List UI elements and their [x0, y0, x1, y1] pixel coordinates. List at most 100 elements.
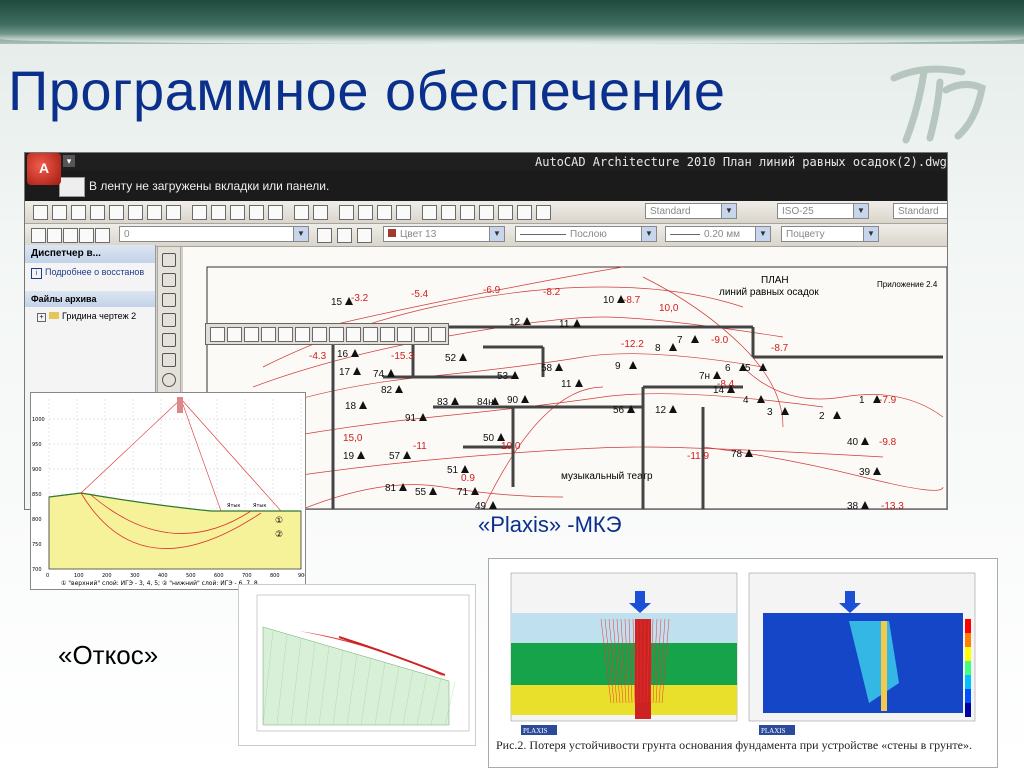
benchmark-marker [459, 353, 467, 361]
x-tick-label: 900 [298, 573, 306, 579]
layer-marker: ① [275, 516, 283, 526]
match-icon[interactable] [166, 205, 181, 220]
text-icon[interactable] [295, 327, 310, 342]
zoom-window-icon[interactable] [377, 205, 392, 220]
attr-icon[interactable] [278, 327, 293, 342]
construction-line-icon[interactable] [162, 273, 176, 287]
point-label: -7.9 [879, 395, 897, 406]
calc-icon[interactable] [517, 205, 532, 220]
point-label: 50 [483, 433, 495, 444]
chevron-down-icon[interactable]: ▼ [293, 227, 308, 241]
paste-icon[interactable] [230, 205, 245, 220]
point-label: 52 [445, 353, 457, 364]
save-icon[interactable] [71, 205, 86, 220]
panel-help-link[interactable]: i Подробнее о восстанов [25, 263, 155, 283]
publish-icon[interactable] [128, 205, 143, 220]
layer-prev-icon[interactable] [317, 228, 332, 243]
plaxis-caption: «Plaxis» -МКЭ [478, 512, 622, 537]
layer-manager-icon[interactable] [31, 228, 46, 243]
panel-header[interactable]: Диспетчер в... [25, 245, 155, 263]
layer-state-icon[interactable] [337, 228, 352, 243]
lock-icon[interactable] [79, 228, 94, 243]
point-label: 2 [819, 411, 825, 422]
open-icon[interactable] [52, 205, 67, 220]
polyline-icon[interactable] [162, 293, 176, 307]
chevron-down-icon[interactable]: ▼ [863, 227, 878, 241]
zoom-icon[interactable] [358, 205, 373, 220]
insert-icon[interactable] [227, 327, 242, 342]
redo-icon[interactable] [313, 205, 328, 220]
preview-icon[interactable] [109, 205, 124, 220]
properties-icon[interactable] [422, 205, 437, 220]
point-label: -15.3 [391, 351, 414, 362]
pan-icon[interactable] [339, 205, 354, 220]
panel-link-label: Подробнее о восстанов [45, 267, 145, 277]
copy-icon[interactable] [211, 205, 226, 220]
floating-toolbar[interactable] [205, 323, 449, 345]
text-style-combo[interactable]: Standard ▼ [645, 203, 737, 219]
benchmark-marker [357, 451, 365, 459]
format-icon[interactable] [397, 327, 412, 342]
plotstyle-combo[interactable]: Поцвету ▼ [781, 226, 879, 242]
archive-tree-item[interactable]: + Гридина чертеж 2 [25, 307, 155, 322]
clipboard-icon[interactable] [249, 205, 264, 220]
point-label: 12 [509, 317, 521, 328]
undo-icon[interactable] [294, 205, 309, 220]
sheet-icon[interactable] [479, 205, 494, 220]
zoom-prev-icon[interactable] [396, 205, 411, 220]
field-icon[interactable] [312, 327, 327, 342]
line-icon[interactable] [162, 253, 176, 267]
color-box-icon[interactable] [95, 228, 110, 243]
chevron-down-icon[interactable]: ▼ [489, 227, 504, 241]
chevron-down-icon[interactable]: ▼ [755, 227, 770, 241]
sun-icon[interactable] [63, 228, 78, 243]
cut-icon[interactable] [192, 205, 207, 220]
design-center-icon[interactable] [441, 205, 456, 220]
panel-section[interactable]: Файлы архива [25, 291, 155, 307]
expand-icon[interactable]: + [37, 313, 46, 322]
layer-iso-icon[interactable] [357, 228, 372, 243]
bulb-icon[interactable] [47, 228, 62, 243]
grip-icon[interactable] [210, 327, 225, 342]
print-icon[interactable] [90, 205, 105, 220]
formula-icon[interactable] [431, 327, 446, 342]
point-label: 71 [457, 487, 469, 498]
markup-icon[interactable] [498, 205, 513, 220]
point-label: 1 [859, 395, 865, 406]
chevron-down-icon[interactable]: ▼ [853, 204, 868, 218]
text-style-value: Standard [650, 206, 691, 217]
layer-combo[interactable]: 0 ▼ [119, 226, 309, 242]
chevron-down-icon[interactable]: ▼ [721, 204, 736, 218]
point-label: 3 [767, 407, 773, 418]
polygon-icon[interactable] [162, 313, 176, 327]
block-icon[interactable] [244, 327, 259, 342]
arc-icon[interactable] [162, 353, 176, 367]
circle-icon[interactable] [162, 373, 176, 387]
table-icon[interactable] [329, 327, 344, 342]
dim-style-combo[interactable]: ISO-25 ▼ [777, 203, 869, 219]
help-icon[interactable] [536, 205, 551, 220]
linetype-combo[interactable]: Послою ▼ [515, 226, 657, 242]
top-band [0, 0, 1024, 44]
y-tick-label: 850 [32, 492, 42, 498]
lineweight-combo[interactable]: 0.20 мм ▼ [665, 226, 771, 242]
plaxis-figure: PLAXIS PLAXIS [488, 558, 998, 768]
plot-icon[interactable] [147, 205, 162, 220]
table-style-combo[interactable]: Standard [893, 203, 947, 219]
chevron-down-icon[interactable]: ▼ [641, 227, 656, 241]
cell-icon[interactable] [414, 327, 429, 342]
brush-icon[interactable] [268, 205, 283, 220]
rectangle-icon[interactable] [162, 333, 176, 347]
point-label: 11 [559, 319, 570, 330]
edit-icon[interactable] [261, 327, 276, 342]
new-icon[interactable] [33, 205, 48, 220]
point-label: 16 [337, 349, 349, 360]
delete-icon[interactable] [380, 327, 395, 342]
quick-access-dropdown-icon[interactable]: ▾ [63, 155, 75, 167]
otkos-chart: 0 100 200 300 400 500 600 700 800 900 1000 950 900 85… [30, 392, 306, 590]
autocad-app-button[interactable]: A [27, 153, 61, 185]
unmerge-icon[interactable] [363, 327, 378, 342]
merge-icon[interactable] [346, 327, 361, 342]
color-combo[interactable]: Цвет 13 ▼ [383, 226, 505, 242]
tool-palette-icon[interactable] [460, 205, 475, 220]
